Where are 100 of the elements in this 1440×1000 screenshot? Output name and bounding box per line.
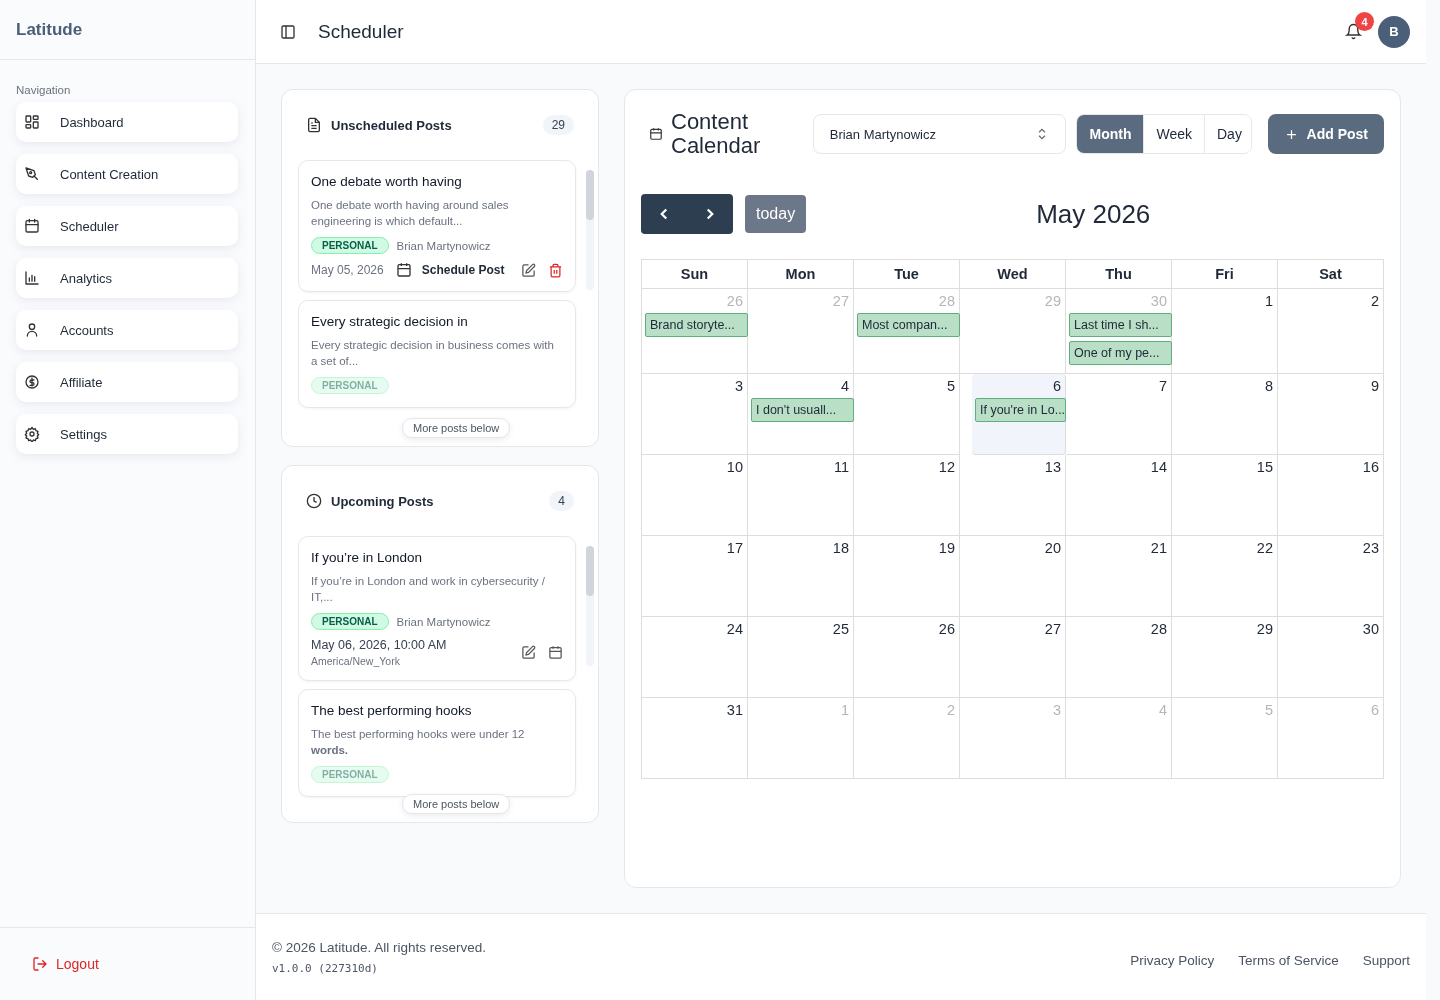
calendar-event[interactable]: If you're in Lo... [975,398,1066,422]
scrollbar[interactable] [586,546,594,666]
day-cell[interactable]: 27 [960,617,1066,698]
app-logo: Latitude [16,19,83,40]
scheduled-time: May 06, 2026, 10:00 AM [311,638,448,652]
day-number: 1 [839,702,850,718]
calendar-event[interactable]: Most compan... [857,313,960,337]
day-number: 31 [725,702,744,718]
nav-item[interactable]: Analytics [16,258,238,298]
day-number: 26 [937,621,956,637]
post-excerpt: One debate worth having around sales engineering is which default... [311,198,510,229]
day-cell[interactable]: 21 [1066,536,1172,617]
calendar-event[interactable]: Last time I sh... [1069,313,1172,337]
day-cell[interactable]: 26 Brand storyte... [642,289,748,374]
day-cell[interactable]: 20 [960,536,1066,617]
calendar-event[interactable]: Brand storyte... [645,313,748,337]
bar-chart-icon [24,270,40,286]
calendar-icon [395,262,412,278]
user-icon [24,322,40,338]
day-cell[interactable]: 8 [1172,374,1278,455]
day-number: 18 [831,540,850,556]
day-cell[interactable]: 25 [748,617,854,698]
post-card[interactable]: Every strategic decision in Every strategic decision in business comes with a set of... PERSONAL [298,300,576,408]
day-cell[interactable]: 5 [854,374,960,455]
day-cell[interactable]: 23 [1278,536,1384,617]
day-number: 2 [945,702,956,718]
day-cell[interactable]: 14 [1066,455,1172,536]
day-number: 29 [1043,293,1062,309]
day-cell[interactable]: 1 [1172,289,1278,374]
nav-item[interactable]: Accounts [16,310,238,350]
page-title: Scheduler [318,20,404,43]
footer-link[interactable]: Terms of Service [1238,952,1339,968]
notification-bell-icon[interactable] [1345,23,1362,40]
day-cell[interactable]: 15 [1172,455,1278,536]
today-button[interactable]: today [745,195,807,233]
day-cell[interactable]: 7 [1066,374,1172,455]
day-cell[interactable]: 3 [642,374,748,455]
day-number: 25 [831,621,850,637]
view-tab[interactable]: Month [1077,115,1144,153]
day-cell[interactable]: 16 [1278,455,1384,536]
schedule-post-button[interactable]: Schedule Post [395,262,509,278]
day-cell[interactable]: 11 [748,455,854,536]
day-cell[interactable]: 13 [960,455,1066,536]
logout-link[interactable]: Logout [32,956,99,972]
day-cell[interactable]: 2 [1278,289,1384,374]
day-cell[interactable]: 30 [1278,617,1384,698]
edit-icon[interactable] [521,645,536,660]
add-post-button[interactable]: Add Post [1267,114,1384,154]
nav-item[interactable]: Affiliate [16,362,238,402]
day-cell[interactable]: 28 Most compan... [854,289,960,374]
day-cell[interactable]: 19 [854,536,960,617]
day-cell[interactable]: 10 [642,455,748,536]
month-title: May 2026 [1036,198,1151,230]
day-number: 2 [1369,293,1380,309]
day-number: 3 [1051,702,1062,718]
day-cell[interactable]: 4 I don't usuall... [748,374,854,455]
nav-item[interactable]: Settings [16,414,238,454]
account-select[interactable]: Brian Martynowicz [812,114,1067,154]
nav-item[interactable]: Scheduler [16,206,238,246]
view-tab[interactable]: Day [1204,115,1251,153]
panel-title: Unscheduled Posts [331,117,453,133]
calendar-icon[interactable] [548,645,563,660]
post-excerpt: Every strategic decision in business comes with a set of... [311,338,555,369]
day-cell[interactable]: 6 If you're in Lo... [972,374,1066,455]
author-name: Brian Martynowicz [396,239,491,252]
footer-link[interactable]: Privacy Policy [1130,952,1215,968]
day-cell[interactable]: 26 [854,617,960,698]
scrollbar[interactable] [586,170,594,290]
day-number: 6 [1051,378,1062,394]
day-cell[interactable]: 31 [642,698,748,779]
delete-icon[interactable] [548,262,563,278]
day-number: 16 [1361,459,1380,475]
day-cell[interactable]: 22 [1172,536,1278,617]
calendar-icon [649,127,663,141]
nav-item[interactable]: Content Creation [16,154,238,194]
day-cell[interactable]: 24 [642,617,748,698]
day-cell[interactable]: 30 Last time I sh... One of my pe... [1066,289,1172,374]
day-number: 23 [1361,540,1380,556]
post-card[interactable]: One debate worth having One debate worth having around sales engineering is which default... PERSONAL Brian Martynowicz May 05, 2026 Schedule Post [298,160,576,292]
day-cell[interactable]: 9 [1278,374,1384,455]
timezone: America/New_York [311,655,401,667]
calendar-event[interactable]: One of my pe... [1069,341,1172,365]
section-label: Navigation [16,84,72,96]
user-avatar[interactable]: B [1378,15,1410,48]
edit-icon[interactable] [521,262,536,278]
footer-link[interactable]: Support [1362,952,1410,968]
version-text: v1.0.0 (227310d) [272,961,379,975]
nav-item[interactable]: Dashboard [16,102,238,142]
post-card[interactable]: If you’re in London If you’re in London and work in cybersecurity / IT,... PERSONAL Brian Martynowicz May 06, 2026, 10:00 AM America/New_York [298,536,576,681]
sidebar-toggle-icon[interactable] [280,23,296,40]
day-number: 1 [1263,293,1274,309]
day-cell[interactable]: 28 [1066,617,1172,698]
day-cell[interactable]: 12 [854,455,960,536]
day-cell[interactable]: 29 [1172,617,1278,698]
day-cell[interactable]: 17 [642,536,748,617]
day-number: 7 [1157,378,1168,394]
day-cell[interactable]: 18 [748,536,854,617]
logout-icon [32,956,48,972]
calendar-event[interactable]: I don't usuall... [751,398,854,422]
notification-count: 4 [1355,12,1374,31]
